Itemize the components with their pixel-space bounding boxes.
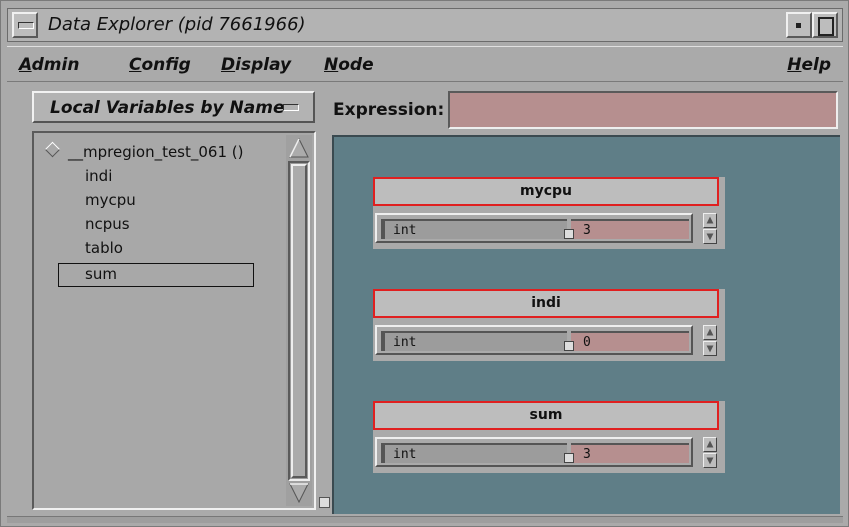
split-grip-icon[interactable] — [564, 229, 574, 239]
window-bottom-edge — [7, 516, 843, 523]
scrollbar-thumb[interactable] — [291, 164, 307, 478]
spin-down-arrow-icon[interactable] — [703, 341, 717, 356]
variable-name[interactable]: indi — [373, 289, 719, 318]
tree-item-sum[interactable]: sum — [85, 265, 117, 283]
title-bar[interactable]: Data Explorer (pid 7661966) — [7, 8, 843, 42]
tree-item-root[interactable]: __mpregion_test_061 () — [44, 141, 244, 161]
scroll-down-arrow-icon[interactable] — [288, 482, 310, 504]
tree-item-tablo[interactable]: tablo — [85, 239, 123, 257]
variable-value-field[interactable]: 3 — [571, 219, 689, 239]
watch-widget-indi: indi int 0 — [373, 289, 725, 361]
option-menu-indicator-icon — [283, 104, 299, 111]
variable-value-row: int 3 — [375, 437, 693, 467]
window-title: Data Explorer (pid 7661966) — [48, 14, 306, 35]
value-spinner[interactable] — [703, 213, 717, 245]
scroll-up-arrow-icon[interactable] — [288, 137, 310, 159]
variable-value-row: int 3 — [375, 213, 693, 243]
menu-config[interactable]: Config — [129, 55, 191, 75]
tree-item-label: __mpregion_test_061 () — [68, 143, 244, 161]
spin-up-arrow-icon[interactable] — [703, 437, 717, 452]
variable-value-field[interactable]: 3 — [571, 443, 689, 463]
menu-admin[interactable]: Admin — [19, 55, 79, 75]
minimize-icon[interactable] — [786, 12, 812, 38]
variable-name[interactable]: sum — [373, 401, 719, 430]
variable-name[interactable]: mycpu — [373, 177, 719, 206]
menu-help[interactable]: Help — [787, 55, 831, 75]
window-menu-icon[interactable] — [12, 12, 38, 38]
menu-display[interactable]: Display — [221, 55, 291, 75]
scrollbar-trough[interactable] — [288, 161, 310, 481]
variable-value-row: int 0 — [375, 325, 693, 355]
spin-down-arrow-icon[interactable] — [703, 453, 717, 468]
expression-input[interactable] — [448, 91, 838, 129]
variables-view-dropdown[interactable]: Local Variables by Name — [32, 91, 315, 123]
variable-type: int — [381, 219, 567, 239]
maximize-icon[interactable] — [812, 12, 838, 38]
spin-up-arrow-icon[interactable] — [703, 325, 717, 340]
expression-label: Expression: — [333, 100, 445, 120]
split-grip-icon[interactable] — [564, 453, 574, 463]
pane-resize-handle[interactable] — [319, 497, 330, 508]
watch-widget-mycpu: mycpu int 3 — [373, 177, 725, 249]
data-explorer-window: Data Explorer (pid 7661966) Admin Config… — [0, 0, 849, 527]
tree-item-mycpu[interactable]: mycpu — [85, 191, 136, 209]
spin-down-arrow-icon[interactable] — [703, 229, 717, 244]
menu-bar: Admin Config Display Node Help — [7, 46, 843, 82]
split-grip-icon[interactable] — [564, 341, 574, 351]
diamond-expand-icon[interactable] — [44, 141, 61, 158]
value-spinner[interactable] — [703, 325, 717, 357]
variables-tree: __mpregion_test_061 () indi mycpu ncpus … — [34, 133, 286, 508]
variables-tree-panel: __mpregion_test_061 () indi mycpu ncpus … — [32, 131, 316, 510]
tree-vertical-scrollbar[interactable] — [286, 135, 312, 506]
tree-item-indi[interactable]: indi — [85, 167, 112, 185]
variable-type: int — [381, 443, 567, 463]
watch-widget-sum: sum int 3 — [373, 401, 725, 473]
value-spinner[interactable] — [703, 437, 717, 469]
variable-value-field[interactable]: 0 — [571, 331, 689, 351]
variables-view-label: Local Variables by Name — [50, 98, 285, 118]
tree-item-ncpus[interactable]: ncpus — [85, 215, 130, 233]
spin-up-arrow-icon[interactable] — [703, 213, 717, 228]
menu-node[interactable]: Node — [324, 55, 374, 75]
variable-type: int — [381, 331, 567, 351]
